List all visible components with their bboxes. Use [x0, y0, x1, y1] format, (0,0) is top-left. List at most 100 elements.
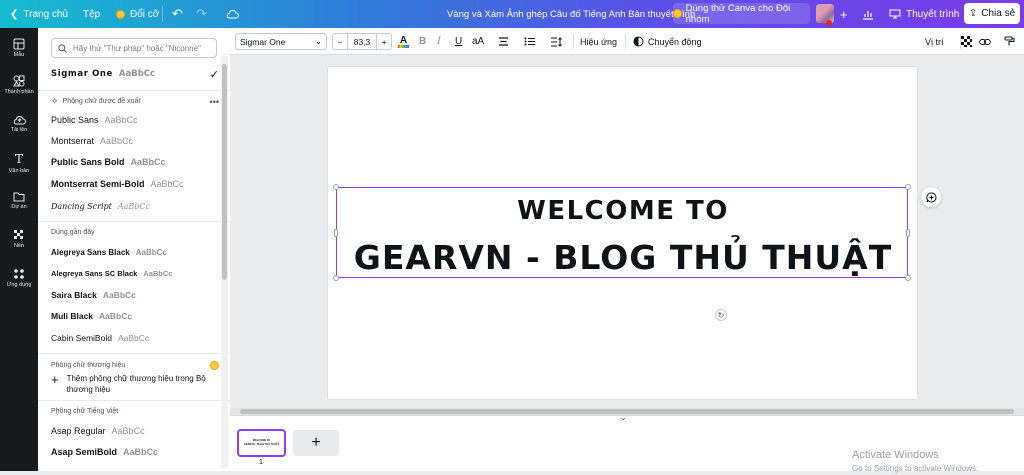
- present-label: Thuyết trình: [906, 8, 960, 20]
- divider: [573, 34, 574, 49]
- file-menu[interactable]: Tệp: [83, 0, 100, 28]
- font-sample: AaBbCc: [123, 447, 159, 457]
- font-item[interactable]: Saira Black AaBbCc: [51, 287, 136, 303]
- font-name: Alegreya Sans SC Black: [51, 268, 138, 278]
- bold-icon[interactable]: B: [419, 28, 426, 55]
- add-brand-font-button[interactable]: + Thêm phông chữ thương hiệu trong Bộ th…: [51, 373, 211, 395]
- resize-handle[interactable]: [905, 275, 911, 281]
- font-family-select[interactable]: Sigmar One ⌄: [235, 33, 327, 50]
- resize-handle[interactable]: [334, 229, 338, 237]
- page-strip: ⌄ WELCOME TO GEARVN - BLOG THỦ THUẬT 1 +…: [230, 413, 1024, 473]
- cloud-save-icon[interactable]: [226, 0, 239, 28]
- list-icon[interactable]: [524, 28, 535, 55]
- font-item[interactable]: Public Sans AaBbCc: [51, 112, 138, 128]
- link-icon[interactable]: [979, 28, 991, 55]
- transparency-icon[interactable]: [961, 28, 972, 55]
- font-item[interactable]: Public Sans Bold AaBbCc: [51, 154, 166, 170]
- text-color-button[interactable]: A: [398, 28, 409, 55]
- font-sample: AaBbCc: [117, 201, 151, 211]
- rail-label: Mẫu: [13, 52, 25, 58]
- underline-icon[interactable]: U: [455, 28, 462, 55]
- share-button[interactable]: ⇪ Chia sẻ: [964, 3, 1020, 24]
- font-item[interactable]: Cabin SemiBold AaBbCc: [51, 330, 149, 346]
- spacing-icon[interactable]: [550, 28, 562, 55]
- font-sample: AaBbCc: [100, 136, 134, 146]
- panel-scrollbar[interactable]: [221, 56, 228, 468]
- font-item[interactable]: Asap SemiBold AaBbCc: [51, 444, 158, 460]
- font-name: Sigmar One: [51, 69, 113, 79]
- resize-handle[interactable]: [333, 275, 339, 281]
- chevron-down-icon: ⌄: [314, 36, 322, 46]
- more-options-icon[interactable]: •••: [210, 97, 219, 107]
- font-item-current[interactable]: Sigmar One AaBbCc ✓: [51, 66, 219, 82]
- add-member-icon[interactable]: +: [840, 0, 848, 28]
- font-item[interactable]: Alegreya Sans Black AaBbCc: [51, 244, 167, 260]
- share-icon: ⇪: [968, 8, 978, 19]
- rotate-icon[interactable]: ↻: [715, 309, 727, 321]
- add-comment-icon[interactable]: [921, 187, 941, 207]
- font-item[interactable]: Muli Black AaBbCc: [51, 308, 132, 324]
- add-page-button[interactable]: +: [293, 430, 339, 456]
- font-item[interactable]: Montserrat Semi-Bold AaBbCc: [51, 176, 184, 192]
- home-button[interactable]: ❮ Trang chủ: [10, 0, 68, 28]
- font-item[interactable]: Asap Regular AaBbCc: [51, 423, 145, 439]
- brand-header: Phông chữ thương hiệu: [51, 361, 219, 370]
- page-number: 1: [259, 459, 263, 466]
- letter-case-icon[interactable]: aA: [472, 28, 484, 55]
- resize-handle[interactable]: [333, 184, 339, 190]
- resize-handle[interactable]: [906, 229, 910, 237]
- present-button[interactable]: Thuyết trình: [889, 0, 959, 28]
- position-button[interactable]: Vị trí: [925, 28, 944, 55]
- font-search-input[interactable]: Hãy thử "Thư pháp" hoặc "Niconne": [51, 38, 217, 58]
- rail-item-background[interactable]: Nền: [0, 229, 38, 249]
- text-icon: T: [14, 152, 23, 166]
- effects-button[interactable]: Hiệu ứng: [580, 28, 617, 55]
- home-label: Trang chủ: [23, 8, 69, 20]
- font-size-value[interactable]: 83,3: [348, 34, 376, 49]
- watermark-title: Activate Windows: [852, 449, 939, 461]
- italic-icon[interactable]: I: [437, 28, 441, 55]
- font-sample: AaBbCc: [118, 69, 156, 79]
- rail-label: Thành phần: [4, 89, 34, 95]
- design-title[interactable]: Vàng và Xám Ảnh ghép Câu đố Tiếng Anh Bả…: [447, 0, 695, 28]
- font-name: Asap SemiBold: [51, 447, 118, 457]
- font-name: Public Sans: [51, 115, 99, 125]
- font-item[interactable]: Montserrat AaBbCc: [51, 133, 133, 149]
- try-canva-teams-button[interactable]: Dùng thử Canva cho Đội nhóm: [673, 3, 810, 25]
- increase-size-button[interactable]: +: [376, 34, 391, 49]
- rail-item-elements[interactable]: Thành phần: [0, 75, 38, 95]
- chevron-down-icon[interactable]: ⌄: [620, 413, 627, 422]
- analytics-icon[interactable]: [862, 0, 874, 28]
- rail-item-templates[interactable]: Mẫu: [0, 38, 38, 58]
- heading-line-2[interactable]: GEARVN - BLOG THỦ THUẬT: [337, 238, 909, 277]
- scroll-thumb[interactable]: [240, 409, 1014, 414]
- redo-icon[interactable]: ↷: [196, 0, 207, 28]
- share-label: Chia sẻ: [981, 8, 1016, 19]
- scroll-thumb[interactable]: [222, 64, 227, 280]
- undo-icon[interactable]: ↶: [172, 0, 183, 28]
- heading-line-1[interactable]: WELCOME TO: [337, 196, 909, 226]
- page-thumbnail[interactable]: WELCOME TO GEARVN - BLOG THỦ THUẬT: [237, 429, 286, 457]
- font-sample: AaBbCc: [143, 268, 173, 278]
- font-item[interactable]: Alegreya Sans SC Black AaBbCc: [51, 265, 172, 281]
- copy-style-icon[interactable]: [1004, 28, 1015, 55]
- resize-handle[interactable]: [905, 184, 911, 190]
- design-page[interactable]: WELCOME TO GEARVN - BLOG THỦ THUẬT ↻: [328, 67, 917, 399]
- rail-item-projects[interactable]: Dự án: [0, 191, 38, 210]
- rail-item-apps[interactable]: Ứng dụng: [0, 268, 38, 288]
- rail-label: Nền: [13, 243, 25, 249]
- align-center-icon[interactable]: [498, 28, 509, 55]
- font-sample: AaBbCc: [135, 247, 167, 257]
- animate-button[interactable]: Chuyển động: [633, 28, 702, 55]
- horizontal-scrollbar[interactable]: [230, 408, 1024, 415]
- resize-button[interactable]: Đổi cỡ: [116, 0, 159, 28]
- avatar[interactable]: [816, 4, 834, 26]
- crown-icon: [673, 9, 682, 18]
- decrease-size-button[interactable]: −: [333, 34, 348, 49]
- font-name: Alegreya Sans Black: [51, 247, 130, 257]
- text-box[interactable]: WELCOME TO GEARVN - BLOG THỦ THUẬT: [333, 184, 911, 281]
- font-size-stepper[interactable]: − 83,3 +: [332, 33, 392, 50]
- rail-item-uploads[interactable]: Tải lên: [0, 114, 38, 133]
- font-item[interactable]: Dancing Script AaBbCc: [51, 198, 150, 214]
- rail-item-text[interactable]: T Văn bản: [0, 152, 38, 174]
